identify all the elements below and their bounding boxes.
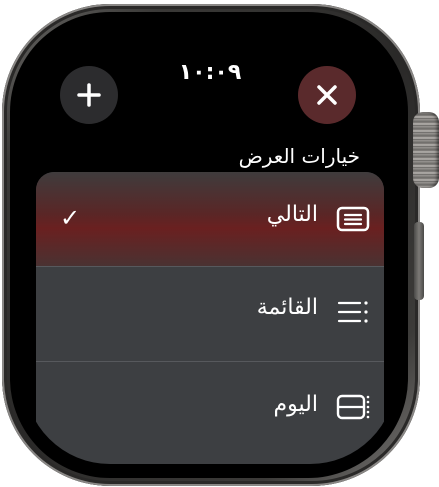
digital-crown[interactable] — [413, 112, 439, 188]
option-next-label: التالي — [266, 202, 318, 227]
plus-icon — [77, 83, 101, 107]
checkmark-icon: ✓ — [60, 204, 81, 232]
watch-screen: ١٠:٠٩ خيارات العرض ✓ التالي القائمة اليو… — [24, 26, 396, 464]
option-list-label: القائمة — [256, 295, 318, 320]
option-list[interactable]: القائمة — [36, 267, 384, 361]
view-options-list: ✓ التالي القائمة اليوم — [36, 172, 384, 464]
day-icon — [336, 392, 370, 422]
next-list-icon — [336, 204, 370, 234]
close-button[interactable] — [298, 66, 356, 124]
side-button[interactable] — [414, 222, 424, 300]
list-icon — [336, 297, 370, 327]
add-button[interactable] — [60, 66, 118, 124]
option-day-label: اليوم — [273, 392, 318, 417]
close-icon — [317, 85, 337, 105]
apple-watch-frame: ١٠:٠٩ خيارات العرض ✓ التالي القائمة اليو… — [0, 0, 439, 487]
option-day[interactable]: اليوم — [36, 362, 384, 456]
page-title: خيارات العرض — [238, 144, 360, 168]
option-next[interactable]: ✓ التالي — [36, 172, 384, 266]
status-time: ١٠:٠٩ — [178, 60, 242, 85]
